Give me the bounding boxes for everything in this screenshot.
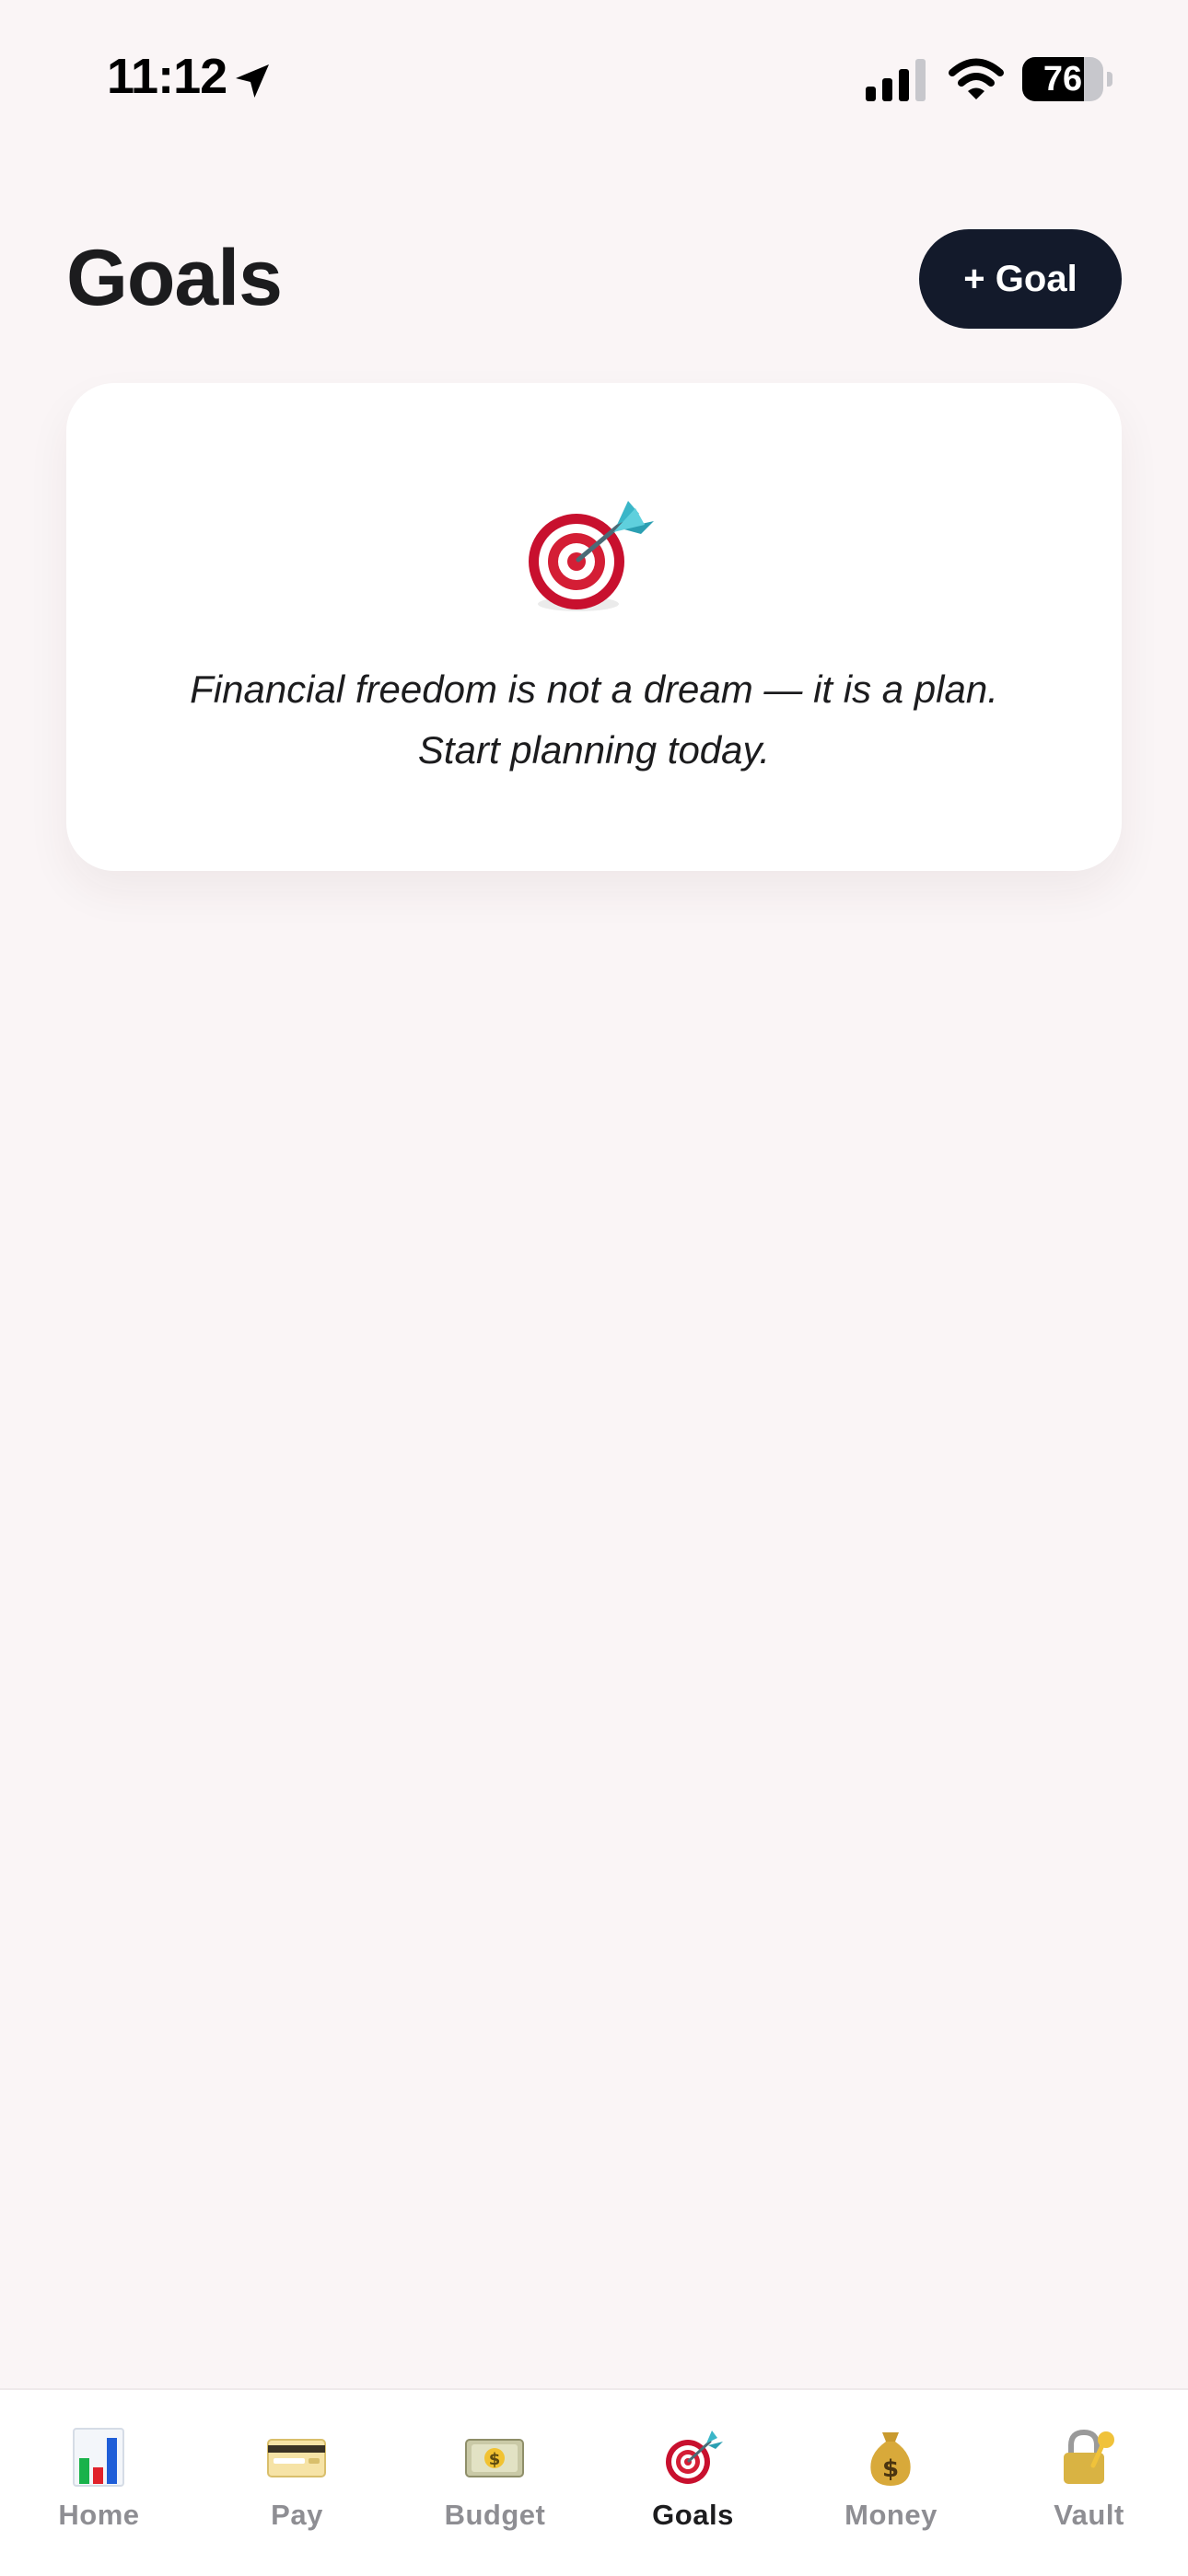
target-dart-icon	[666, 2431, 723, 2484]
tab-label-pay: Pay	[271, 2499, 323, 2531]
quote-line-1: Financial freedom is not a dream — it is…	[190, 667, 998, 711]
battery-indicator: 76	[1022, 57, 1112, 101]
bar-chart-icon	[73, 2428, 124, 2487]
wifi-icon	[949, 58, 1004, 99]
cellular-signal-icon	[866, 59, 926, 101]
tab-label-vault: Vault	[1054, 2499, 1124, 2531]
battery-body: 76	[1022, 57, 1103, 101]
battery-percentage: 76	[1042, 60, 1083, 99]
svg-text:$: $	[489, 2450, 501, 2469]
tab-home[interactable]: Home	[0, 2390, 198, 2547]
status-time: 11:12	[107, 49, 227, 104]
svg-text:$: $	[882, 2455, 899, 2483]
lock-with-key-icon	[1064, 2429, 1114, 2484]
page-title: Goals	[66, 234, 283, 322]
tab-label-money: Money	[844, 2499, 938, 2531]
tab-label-goals: Goals	[652, 2499, 734, 2531]
target-dart-icon	[529, 501, 654, 611]
quote-line-2: Start planning today.	[417, 728, 771, 772]
money-bag-icon: $	[870, 2432, 911, 2486]
status-bar: 11:12 76	[0, 0, 1188, 157]
tab-money[interactable]: $ Money	[792, 2390, 990, 2547]
tab-bar: Home Pay $ Budget Goals $ Money Vault	[0, 2388, 1188, 2576]
tab-label-home: Home	[58, 2499, 140, 2531]
tab-label-budget: Budget	[444, 2499, 546, 2531]
location-arrow-icon	[236, 64, 269, 98]
tab-goals[interactable]: Goals	[594, 2390, 792, 2547]
credit-card-icon	[267, 2439, 326, 2477]
battery-cap	[1107, 72, 1112, 87]
tab-pay[interactable]: Pay	[198, 2390, 396, 2547]
dollar-banknote-icon: $	[465, 2439, 524, 2477]
empty-state-card: Financial freedom is not a dream — it is…	[66, 383, 1122, 871]
tab-budget[interactable]: $ Budget	[396, 2390, 594, 2547]
tab-vault[interactable]: Vault	[990, 2390, 1188, 2547]
motivational-quote: Financial freedom is not a dream — it is…	[66, 659, 1122, 781]
add-goal-button[interactable]: + Goal	[919, 229, 1122, 329]
